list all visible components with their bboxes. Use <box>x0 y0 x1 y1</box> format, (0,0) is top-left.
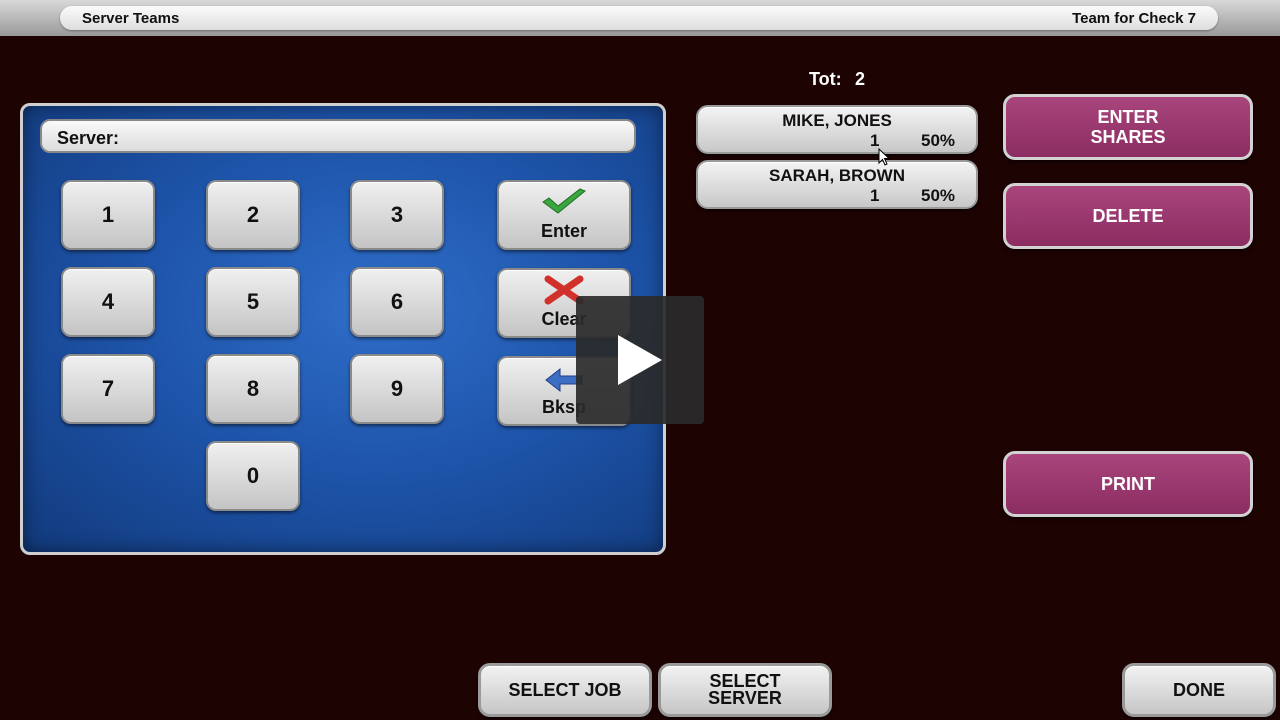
enter-shares-line1: ENTER <box>1097 107 1159 127</box>
key-7[interactable]: 7 <box>61 354 155 424</box>
server-entry-mike-jones[interactable]: MIKE, JONES 1 50% <box>696 105 978 154</box>
server-field-label: Server: <box>57 128 120 148</box>
enter-shares-button[interactable]: ENTER SHARES <box>1003 94 1253 160</box>
key-4[interactable]: 4 <box>61 267 155 337</box>
key-1[interactable]: 1 <box>61 180 155 250</box>
enter-key[interactable]: Enter <box>497 180 631 250</box>
key-5[interactable]: 5 <box>206 267 300 337</box>
mouse-cursor-icon <box>878 148 890 166</box>
checkmark-icon <box>542 188 586 214</box>
key-3[interactable]: 3 <box>350 180 444 250</box>
enter-key-label: Enter <box>540 221 587 241</box>
screen-title: Server Teams <box>82 10 180 27</box>
server-name: SARAH, BROWN <box>769 166 905 185</box>
server-share-count: 1 <box>870 186 880 205</box>
server-share-percent: 50% <box>921 131 956 150</box>
server-entry-sarah-brown[interactable]: SARAH, BROWN 1 50% <box>696 160 978 209</box>
delete-button[interactable]: DELETE <box>1003 183 1253 249</box>
done-label: DONE <box>1172 679 1225 700</box>
select-server-line2: SERVER <box>708 688 782 708</box>
check-title: Team for Check 7 <box>1072 10 1196 27</box>
key-6[interactable]: 6 <box>350 267 444 337</box>
title-pill: Server Teams Team for Check 7 <box>60 6 1218 30</box>
server-input[interactable]: Server: <box>40 119 636 153</box>
done-button[interactable]: DONE <box>1122 663 1276 717</box>
enter-shares-line2: SHARES <box>1090 127 1166 147</box>
server-share-percent: 50% <box>921 186 956 205</box>
title-bar: Server Teams Team for Check 7 <box>0 0 1280 36</box>
total-value: 2 <box>855 69 866 89</box>
server-name: MIKE, JONES <box>782 111 892 130</box>
total-label: Tot: <box>809 69 842 89</box>
keypad-panel: Server: 1 2 3 4 5 6 7 8 9 0 Enter Clear … <box>20 103 666 555</box>
select-job-button[interactable]: SELECT JOB <box>478 663 652 717</box>
select-server-button[interactable]: SELECT SERVER <box>658 663 832 717</box>
select-job-label: SELECT JOB <box>508 679 622 700</box>
print-label: PRINT <box>1101 474 1155 494</box>
key-0[interactable]: 0 <box>206 441 300 511</box>
key-9[interactable]: 9 <box>350 354 444 424</box>
video-play-overlay[interactable] <box>576 296 704 424</box>
key-8[interactable]: 8 <box>206 354 300 424</box>
delete-label: DELETE <box>1092 206 1164 226</box>
play-icon <box>618 335 662 385</box>
key-2[interactable]: 2 <box>206 180 300 250</box>
print-button[interactable]: PRINT <box>1003 451 1253 517</box>
